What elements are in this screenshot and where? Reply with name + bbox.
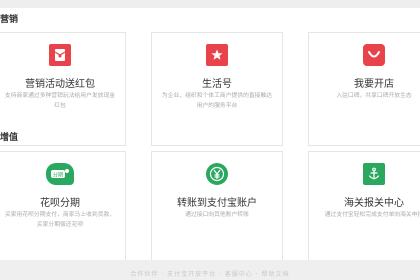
yen-transfer-icon <box>206 163 228 185</box>
card-desc: 通过支付宝轻松完成支付单向海关申报 <box>324 212 420 218</box>
section-title-value-added: 增值 <box>0 133 19 143</box>
card-name: 营销活动送红包 <box>25 79 95 90</box>
card-desc: 为企业、组织和个体工商户提供的直接触达用户的服务平台 <box>161 93 273 109</box>
red-envelope-icon <box>49 44 71 66</box>
section-title-marketing: 营销 <box>0 15 19 25</box>
card-value-transfer[interactable]: 转账到支付宝账户 通过接口向其他账户转账 <box>151 151 283 265</box>
card-name: 花呗分期 <box>40 198 80 209</box>
huabei-icon: 分期 <box>46 163 74 185</box>
footer: 合作伙伴 · 支付宝开放平台 · 客服中心 · 帮助文档 <box>0 260 420 280</box>
card-value-huabei[interactable]: 分期 花呗分期 买家用花呗分期支付，商家马上收到货款，买家分期偿还花呗 <box>0 151 126 265</box>
svg-text:分期: 分期 <box>53 172 63 179</box>
card-desc: 买家用花呗分期支付，商家马上收到货款，买家分期偿还花呗 <box>4 212 116 228</box>
card-marketing-red-packet[interactable]: 营销活动送红包 支持商家通过多种营销玩法给用户发放现金红包 <box>0 32 126 146</box>
card-value-customs[interactable]: 海关报关中心 通过支付宝轻松完成支付单向海关申报 <box>308 151 420 265</box>
page: 营销 营销活动送红包 支持商家通过多种营销玩法给用户发放现金红包 生活号 为企业… <box>0 0 420 280</box>
top-strip <box>0 0 420 8</box>
card-name: 海关报关中心 <box>344 198 404 209</box>
card-marketing-life-account[interactable]: 生活号 为企业、组织和个体工商户提供的直接触达用户的服务平台 <box>151 32 283 146</box>
shop-smile-icon <box>363 44 385 66</box>
card-name: 我要开店 <box>354 79 394 90</box>
card-name: 转账到支付宝账户 <box>177 198 257 209</box>
card-marketing-open-shop[interactable]: 我要开店 入驻口碑，共享口碑开放生态 <box>308 32 420 146</box>
card-desc: 支持商家通过多种营销玩法给用户发放现金红包 <box>4 93 116 109</box>
card-desc: 通过接口向其他账户转账 <box>185 212 249 218</box>
card-name: 生活号 <box>202 79 232 90</box>
card-desc: 入驻口碑，共享口碑开放生态 <box>336 93 412 99</box>
star-bookmark-icon <box>206 44 228 66</box>
anchor-icon <box>363 163 385 185</box>
footer-text: 合作伙伴 · 支付宝开放平台 · 客服中心 · 帮助文档 <box>130 271 290 278</box>
